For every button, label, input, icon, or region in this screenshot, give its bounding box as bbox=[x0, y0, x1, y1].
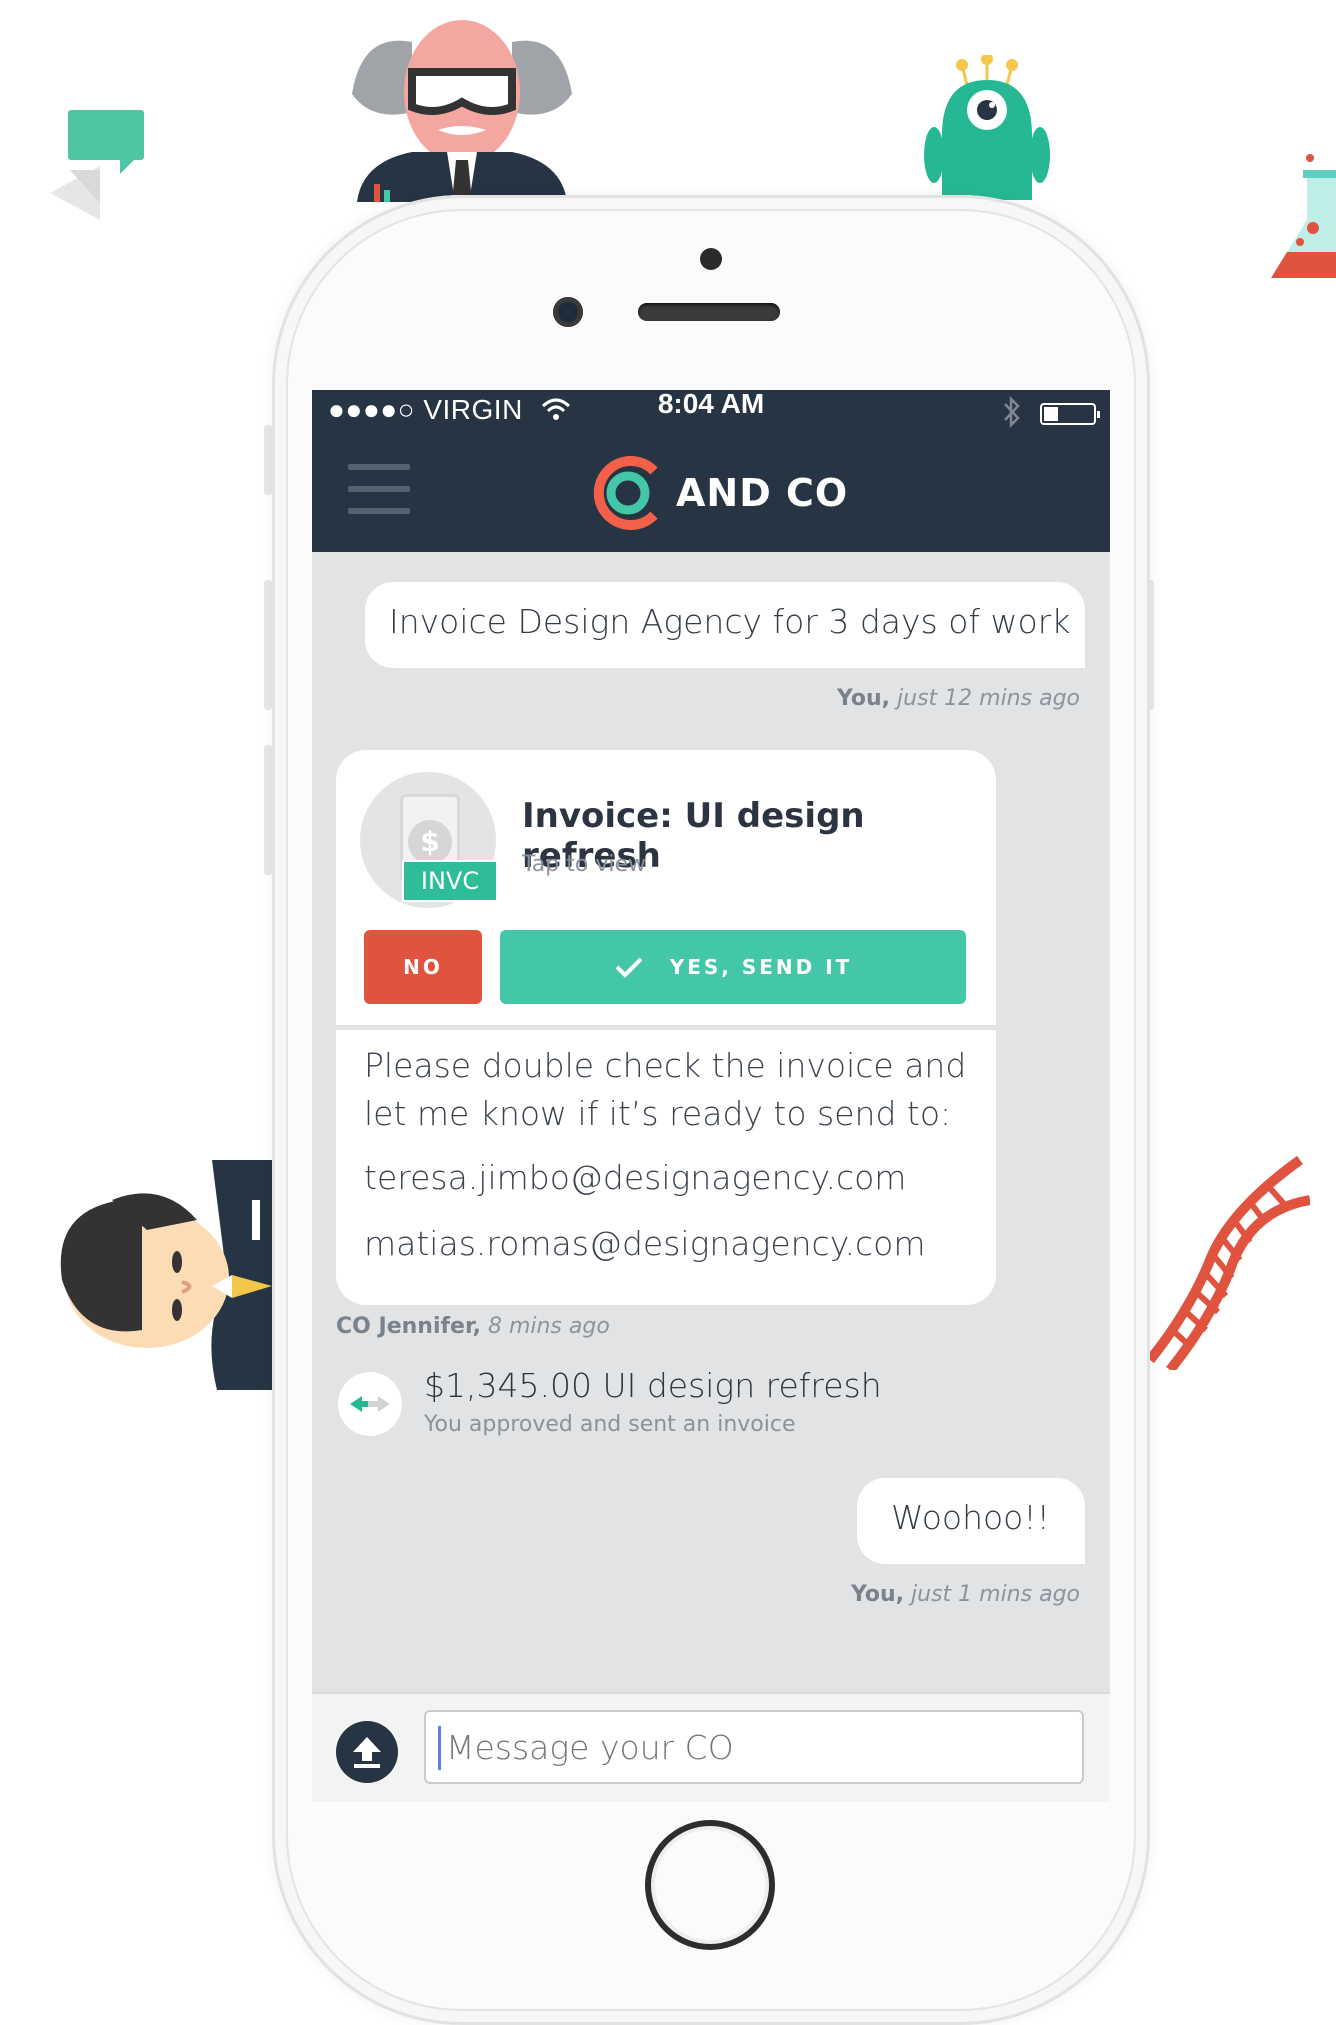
yes-send-label: YES, SEND IT bbox=[669, 955, 853, 979]
front-camera bbox=[700, 248, 722, 270]
user-message-meta: You, just 12 mins ago bbox=[837, 686, 1080, 711]
recipient-email-1: teresa.jimbo@designagency.com bbox=[364, 1158, 907, 1197]
brand-logo: AND CO bbox=[592, 453, 848, 533]
home-button[interactable] bbox=[645, 1820, 775, 1950]
co-message-line-1: Please double check the invoice and bbox=[364, 1046, 967, 1085]
app-screen: ●●●●○ VIRGIN 8:04 AM AND CO Invoice Desi… bbox=[312, 390, 1110, 1802]
activity-item: $1,345.00 UI design refresh You approved… bbox=[338, 1360, 1078, 1450]
user-reply-meta: You, just 1 mins ago bbox=[851, 1582, 1080, 1607]
dollar-icon: $ bbox=[408, 820, 452, 864]
message-input[interactable] bbox=[424, 1710, 1084, 1784]
invoice-card[interactable]: $ INVC Invoice: UI design refresh Tap to… bbox=[336, 750, 996, 1025]
volume-up-button bbox=[264, 580, 272, 710]
invoice-badge: INVC bbox=[402, 860, 498, 902]
status-bar: ●●●●○ VIRGIN 8:04 AM bbox=[312, 390, 1110, 440]
businessman-illustration bbox=[52, 1160, 282, 1390]
transfer-arrows-icon bbox=[338, 1372, 402, 1436]
user-reply-bubble: Woohoo!! bbox=[857, 1478, 1085, 1564]
user-message-bubble: Invoice Design Agency for 3 days of work bbox=[365, 582, 1085, 668]
upload-icon bbox=[353, 1737, 381, 1768]
chat-bubbles-illustration bbox=[42, 108, 152, 220]
activity-subtitle: You approved and sent an invoice bbox=[424, 1412, 796, 1437]
user-message-text: Invoice Design Agency for 3 days of work bbox=[389, 602, 1071, 641]
bluetooth-icon bbox=[1002, 395, 1022, 432]
earpiece-speaker bbox=[638, 303, 780, 321]
status-time: 8:04 AM bbox=[657, 390, 765, 419]
hamburger-icon[interactable] bbox=[348, 464, 410, 514]
co-message-line-2: let me know if it’s ready to send to: bbox=[364, 1094, 952, 1133]
proximity-sensor bbox=[553, 297, 583, 327]
app-header: AND CO bbox=[312, 440, 1110, 552]
status-right bbox=[1002, 395, 1100, 432]
meta-author: CO Jennifer, bbox=[336, 1314, 481, 1339]
activity-title: $1,345.00 UI design refresh bbox=[424, 1366, 882, 1405]
monster-illustration bbox=[922, 55, 1052, 200]
scientist-illustration bbox=[352, 12, 572, 202]
co-message-bubble: Please double check the invoice and let … bbox=[336, 1030, 996, 1305]
meta-time: just 1 mins ago bbox=[911, 1582, 1080, 1607]
text-caret bbox=[438, 1726, 441, 1770]
invoice-icon: $ INVC bbox=[360, 772, 498, 908]
message-composer bbox=[312, 1692, 1110, 1802]
volume-down-button bbox=[264, 745, 272, 875]
mute-switch bbox=[264, 425, 272, 495]
co-message-meta: CO Jennifer, 8 mins ago bbox=[336, 1314, 610, 1339]
meta-author: You, bbox=[836, 686, 891, 711]
invoice-subtitle[interactable]: Tap to view bbox=[522, 852, 646, 877]
and-co-logo-icon bbox=[593, 456, 658, 530]
battery-level bbox=[1044, 407, 1058, 421]
brand-name: AND CO bbox=[676, 471, 849, 515]
meta-time: just 12 mins ago bbox=[897, 686, 1080, 711]
dna-illustration bbox=[1150, 1150, 1310, 1370]
yes-send-button[interactable]: YES, SEND IT bbox=[500, 930, 966, 1004]
battery-icon bbox=[1040, 403, 1100, 425]
recipient-email-2: matias.romas@designagency.com bbox=[364, 1224, 926, 1263]
user-reply-text: Woohoo!! bbox=[891, 1498, 1050, 1537]
upload-button[interactable] bbox=[336, 1721, 398, 1783]
check-icon bbox=[615, 957, 643, 978]
flask-illustration bbox=[1265, 150, 1336, 285]
meta-time: 8 mins ago bbox=[487, 1314, 610, 1339]
no-button[interactable]: NO bbox=[364, 930, 482, 1004]
meta-author: You, bbox=[850, 1582, 905, 1607]
